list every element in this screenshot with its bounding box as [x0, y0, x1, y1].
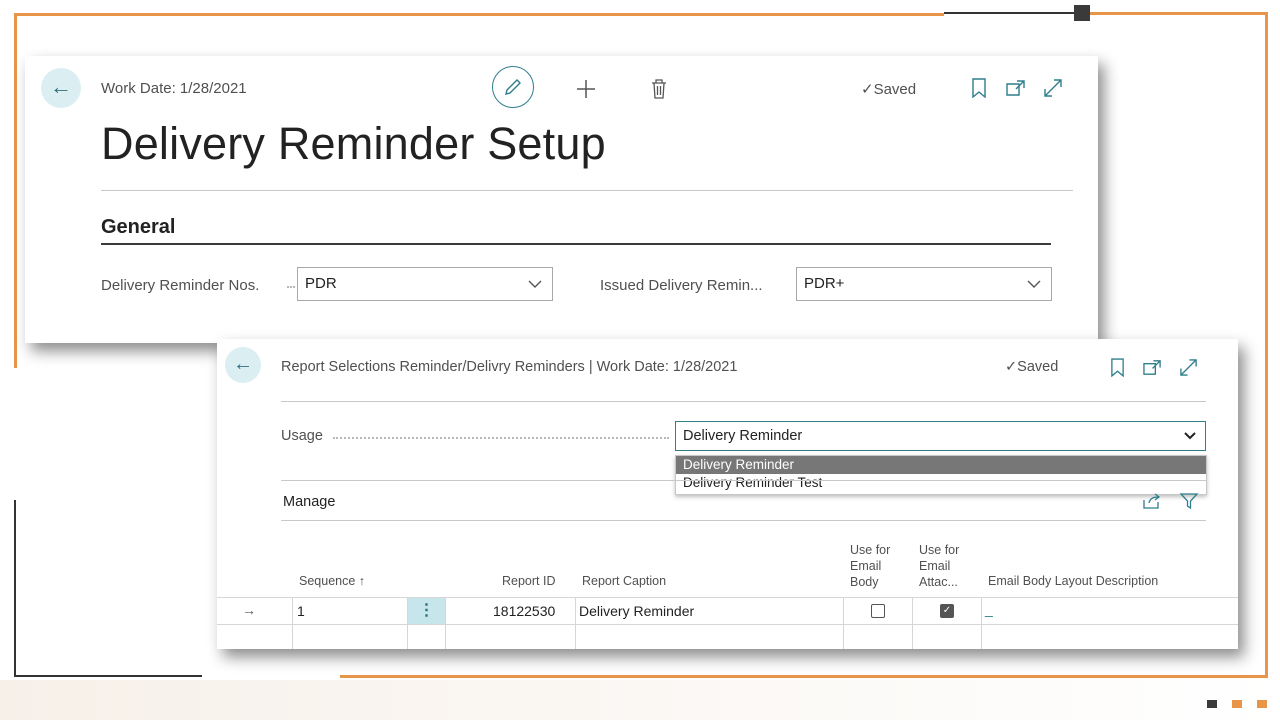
deco-dot	[1257, 700, 1267, 708]
dropdown-option[interactable]: Delivery Reminder	[676, 456, 1206, 474]
usage-dropdown-list: Delivery Reminder Delivery Reminder Test	[675, 455, 1207, 495]
more-options-icon: ⋮	[418, 602, 435, 619]
frame-line	[14, 675, 202, 677]
grid-line	[843, 597, 844, 649]
divider	[281, 520, 1206, 521]
open-new-window-icon[interactable]	[1142, 358, 1163, 377]
check-icon: ✓	[861, 81, 874, 98]
chevron-down-icon	[1027, 280, 1041, 288]
manage-action[interactable]: Manage	[283, 494, 335, 510]
grid-line	[575, 597, 576, 649]
report-selections-window: ← Report Selections Reminder/Delivry Rem…	[217, 339, 1238, 649]
field-leader	[287, 286, 295, 288]
section-underline	[101, 243, 1051, 245]
row-actions-button[interactable]: ⋮	[408, 598, 445, 624]
use-email-body-checkbox[interactable]	[871, 604, 885, 618]
grid-line	[912, 597, 913, 649]
header-divider	[281, 401, 1206, 402]
column-header-use-email-body[interactable]: Use for Email Body	[850, 542, 890, 590]
report-caption-cell[interactable]: Delivery Reminder	[579, 603, 694, 619]
column-header-use-email-attach[interactable]: Use for Email Attac...	[919, 542, 959, 590]
report-id-cell[interactable]: 18122530	[493, 603, 555, 619]
header-line: Email	[919, 559, 951, 573]
bookmark-icon[interactable]	[1110, 358, 1125, 377]
header-line: Attac...	[919, 575, 958, 589]
usage-select[interactable]: Delivery Reminder	[675, 421, 1206, 451]
section-general[interactable]: General	[101, 216, 175, 239]
grid-line	[445, 597, 446, 649]
header-line: Body	[850, 575, 879, 589]
pencil-icon	[505, 79, 521, 95]
edit-button[interactable]	[492, 66, 534, 108]
check-icon: ✓	[1005, 359, 1018, 375]
header-line: Use for	[919, 543, 960, 557]
delivery-reminder-nos-label: Delivery Reminder Nos.	[101, 277, 260, 294]
header-line: Email	[850, 559, 882, 573]
frame-square	[1074, 5, 1090, 21]
bookmark-icon[interactable]	[971, 78, 987, 98]
use-email-attach-checkbox[interactable]: ✓	[940, 604, 954, 618]
open-new-window-icon[interactable]	[1005, 78, 1027, 98]
back-button[interactable]: ←	[41, 68, 81, 108]
dropdown-option[interactable]: Delivery Reminder Test	[676, 474, 1206, 492]
chevron-down-icon	[528, 280, 542, 288]
sequence-cell[interactable]: 1	[297, 603, 305, 619]
deco-dot	[1207, 700, 1217, 708]
divider	[281, 480, 1206, 481]
frame-line	[14, 500, 16, 677]
grid-line	[217, 597, 1238, 598]
share-icon[interactable]	[1142, 492, 1162, 510]
filter-icon[interactable]	[1179, 492, 1199, 510]
frame-line	[1090, 12, 1268, 15]
column-header-report-caption[interactable]: Report Caption	[582, 573, 666, 589]
expand-icon[interactable]	[1043, 78, 1063, 98]
email-body-layout-description-cell[interactable]: _	[985, 601, 993, 617]
row-indicator-arrow-icon: →	[242, 602, 256, 618]
title-divider	[101, 190, 1073, 191]
frame-line	[944, 12, 1076, 14]
saved-status: ✓Saved	[1005, 359, 1059, 375]
frame-line	[340, 675, 1268, 678]
add-icon[interactable]	[575, 78, 597, 100]
issued-delivery-reminder-nos-select[interactable]: PDR+	[796, 267, 1052, 301]
grid-line	[981, 597, 982, 649]
usage-label: Usage	[281, 428, 323, 444]
deco-dot	[1232, 700, 1242, 708]
chevron-down-icon	[1184, 432, 1196, 440]
back-button[interactable]: ←	[225, 347, 261, 383]
column-header-report-id[interactable]: Report ID	[502, 573, 556, 589]
grid-line	[217, 624, 1238, 625]
column-header-email-body-layout-description[interactable]: Email Body Layout Description	[988, 573, 1158, 589]
background-fade	[0, 680, 1280, 720]
delivery-reminder-setup-window: ← Work Date: 1/28/2021 ✓Saved Delivery R…	[25, 56, 1098, 343]
field-leader	[333, 437, 669, 439]
frame-line	[1265, 12, 1268, 677]
delivery-reminder-nos-select[interactable]: PDR	[297, 267, 553, 301]
page-header: Report Selections Reminder/Delivry Remin…	[281, 359, 738, 375]
expand-icon[interactable]	[1179, 358, 1198, 377]
work-date: Work Date: 1/28/2021	[101, 80, 247, 97]
column-header-sequence[interactable]: Sequence ↑	[299, 573, 365, 589]
frame-line	[14, 13, 17, 368]
delete-icon[interactable]	[649, 78, 669, 100]
page-title: Delivery Reminder Setup	[101, 118, 606, 169]
issued-delivery-reminder-nos-label: Issued Delivery Remin...	[600, 277, 763, 294]
frame-line	[14, 13, 944, 16]
header-line: Use for	[850, 543, 891, 557]
saved-status: ✓Saved	[861, 81, 917, 98]
grid-line	[292, 597, 293, 649]
